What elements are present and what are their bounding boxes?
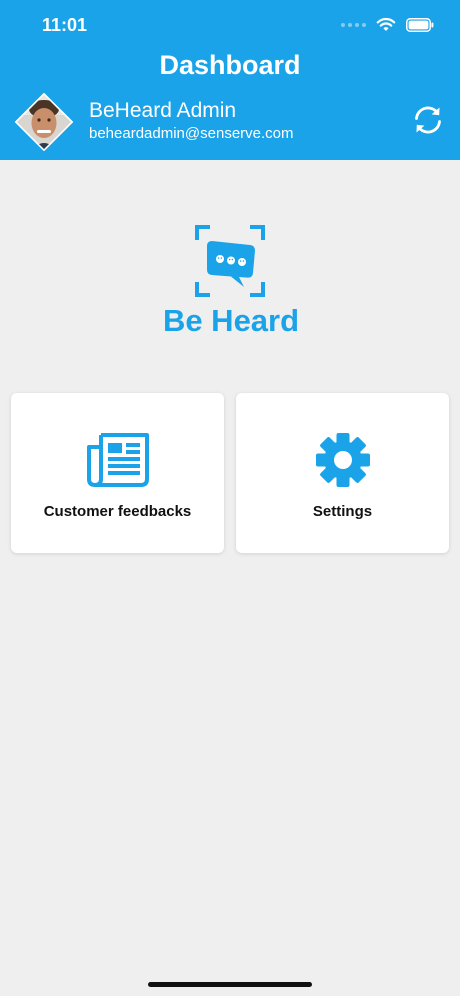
status-bar: 11:01 (0, 0, 460, 50)
logo-text: Be Heard (162, 303, 300, 338)
status-icons (341, 17, 434, 32)
avatar[interactable] (15, 93, 73, 151)
user-name: BeHeard Admin (89, 99, 237, 122)
page-title: Dashboard (159, 50, 301, 80)
battery-icon (406, 17, 434, 32)
app-logo: Be Heard (160, 224, 302, 342)
gear-icon (315, 433, 370, 487)
home-indicator[interactable] (148, 982, 312, 987)
card-label: Settings (312, 503, 373, 520)
wifi-icon (376, 17, 396, 31)
settings-card[interactable]: Settings (236, 393, 449, 553)
header-bar: 11:01 Dashboard BeHeard Admin beheardadm… (0, 0, 460, 160)
refresh-icon[interactable] (411, 103, 445, 137)
user-email: beheardadmin@senserve.com (89, 125, 294, 142)
signal-icon (341, 22, 366, 27)
chat-bubble-icon (195, 225, 265, 297)
customer-feedbacks-card[interactable]: Customer feedbacks (11, 393, 224, 553)
status-time: 11:01 (42, 15, 88, 35)
newspaper-icon (86, 433, 149, 487)
card-label: Customer feedbacks (43, 503, 192, 520)
